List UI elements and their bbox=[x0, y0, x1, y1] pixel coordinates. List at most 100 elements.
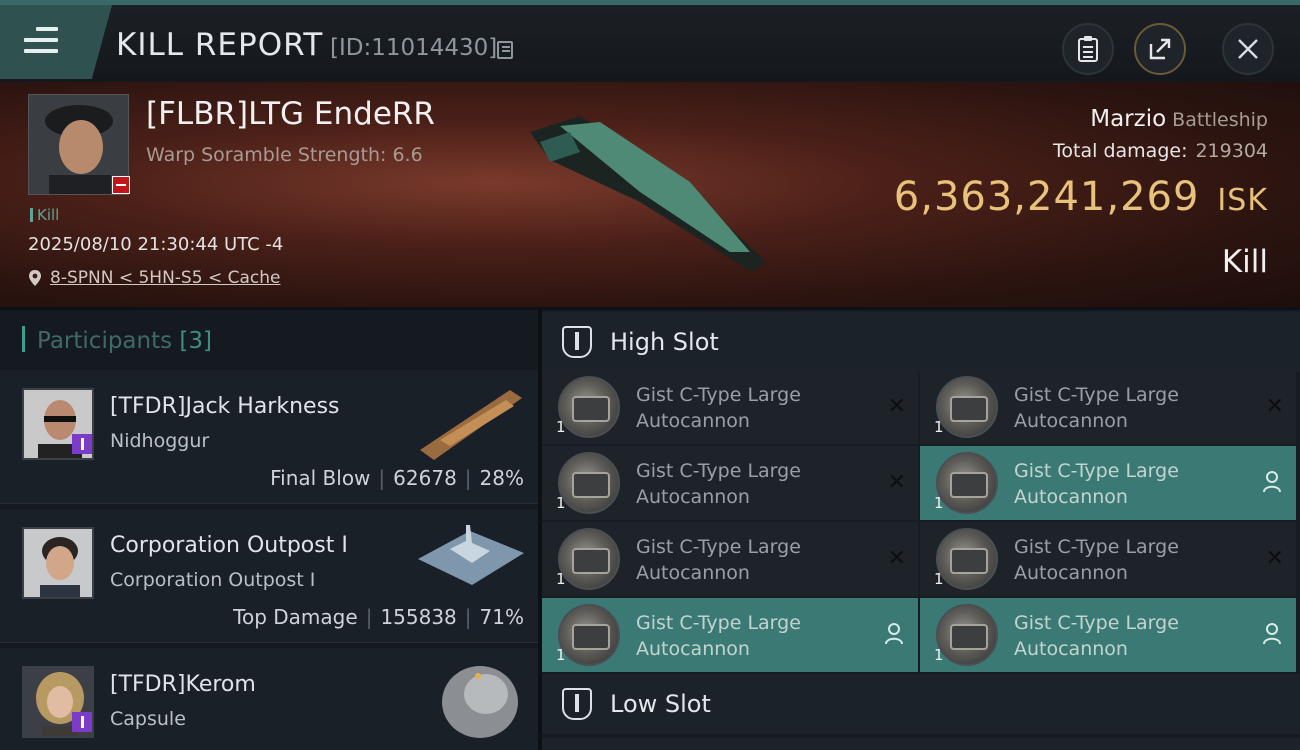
low-slot-row-peek bbox=[542, 738, 1300, 750]
page-title: KILL REPORT bbox=[116, 27, 324, 63]
clipboard-icon bbox=[1078, 36, 1098, 62]
share-icon bbox=[1149, 38, 1171, 60]
participants-panel: Participants [3] [TFDR]Jack Harkness Nid… bbox=[0, 310, 538, 750]
module-name: Gist C-Type Large Autocannon bbox=[1014, 460, 1179, 508]
module-quantity: 1 bbox=[934, 418, 944, 436]
ship-class: Battleship bbox=[1172, 109, 1268, 131]
participant-role: Final Blow bbox=[270, 466, 371, 490]
location-link[interactable]: 8-SPNN < 5HN-S5 < Cache bbox=[50, 268, 280, 288]
participant-role: Top Damage bbox=[233, 605, 358, 629]
module-slot[interactable]: 1 Gist C-Type Large Autocannon bbox=[542, 598, 918, 672]
scramble-strength: Warp Soramble Strength: 6.6 bbox=[146, 144, 423, 166]
participant-row[interactable]: [TFDR]Jack Harkness Nidhoggur Final Blow… bbox=[0, 370, 538, 504]
autocannon-icon bbox=[936, 528, 998, 590]
autocannon-icon bbox=[936, 452, 998, 514]
high-slot-label: High Slot bbox=[610, 328, 719, 356]
low-slot-label: Low Slot bbox=[610, 690, 711, 718]
total-damage-value: 219304 bbox=[1195, 140, 1268, 162]
participant-ship-image bbox=[418, 525, 524, 585]
total-damage-label: Total damage: bbox=[1053, 140, 1188, 162]
participant-row[interactable]: Corporation Outpost I Corporation Outpos… bbox=[0, 509, 538, 643]
module-slot[interactable]: 1 Gist C-Type Large Autocannon ✕ bbox=[542, 370, 918, 444]
participant-ship: Capsule bbox=[110, 708, 186, 730]
menu-button[interactable] bbox=[0, 5, 112, 79]
module-quantity: 1 bbox=[556, 418, 566, 436]
module-slot[interactable]: 1 Gist C-Type Large Autocannon ✕ bbox=[542, 446, 918, 520]
autocannon-icon bbox=[936, 376, 998, 438]
isk-unit: ISK bbox=[1217, 183, 1268, 218]
isk-value: 6,363,241,269 ISK bbox=[894, 174, 1268, 220]
participant-percent: 28% bbox=[479, 466, 524, 490]
module-quantity: 1 bbox=[934, 494, 944, 512]
module-name: Gist C-Type Large Autocannon bbox=[636, 460, 801, 508]
participants-label: Participants bbox=[37, 328, 173, 354]
victim-ship: Marzio Battleship bbox=[1090, 106, 1268, 132]
low-slot-header: Low Slot bbox=[542, 674, 1300, 734]
ship-name: Marzio bbox=[1090, 106, 1167, 132]
dropped-user-icon bbox=[1263, 471, 1281, 493]
module-quantity: 1 bbox=[934, 646, 944, 664]
module-slot[interactable]: 1 Gist C-Type Large Autocannon bbox=[920, 598, 1296, 672]
module-slot[interactable]: 1 Gist C-Type Large Autocannon ✕ bbox=[920, 370, 1296, 444]
module-name: Gist C-Type Large Autocannon bbox=[1014, 384, 1179, 432]
destroyed-icon: ✕ bbox=[1265, 394, 1284, 419]
location-pin-icon bbox=[29, 270, 41, 286]
high-slot-icon bbox=[562, 326, 592, 358]
report-id: [ID:11014430] bbox=[330, 35, 498, 61]
close-icon bbox=[1238, 39, 1258, 59]
share-button[interactable] bbox=[1134, 23, 1186, 75]
standing-badge bbox=[112, 176, 130, 194]
autocannon-icon bbox=[558, 604, 620, 666]
kill-datetime: 2025/08/10 21:30:44 UTC -4 bbox=[28, 234, 284, 255]
kill-status: Kill bbox=[1221, 244, 1268, 280]
module-name: Gist C-Type Large Autocannon bbox=[636, 384, 801, 432]
participant-stats: Top Damage | 155838 | 71% bbox=[233, 605, 524, 629]
autocannon-icon bbox=[558, 376, 620, 438]
participant-avatar[interactable] bbox=[22, 527, 94, 599]
participant-row[interactable]: [TFDR]Kerom Capsule bbox=[0, 648, 538, 750]
close-button[interactable] bbox=[1222, 23, 1274, 75]
module-name: Gist C-Type Large Autocannon bbox=[636, 612, 801, 660]
clipboard-button[interactable] bbox=[1062, 23, 1114, 75]
module-slot[interactable]: 1 Gist C-Type Large Autocannon bbox=[920, 446, 1296, 520]
module-quantity: 1 bbox=[556, 494, 566, 512]
module-quantity: 1 bbox=[556, 570, 566, 588]
participant-stats: Final Blow | 62678 | 28% bbox=[270, 466, 524, 490]
dropped-user-icon bbox=[885, 623, 903, 645]
module-slot[interactable]: 1 Gist C-Type Large Autocannon ✕ bbox=[920, 522, 1296, 596]
participant-name[interactable]: [TFDR]Jack Harkness bbox=[110, 394, 340, 419]
autocannon-icon bbox=[558, 528, 620, 590]
kill-tag: Kill bbox=[30, 206, 59, 224]
victim-name[interactable]: [FLBR]LTG EndeRR bbox=[146, 96, 435, 132]
low-slot-icon bbox=[562, 688, 592, 720]
corp-badge bbox=[72, 434, 92, 454]
module-name: Gist C-Type Large Autocannon bbox=[636, 536, 801, 584]
total-damage: Total damage: 219304 bbox=[1053, 140, 1268, 162]
participant-name[interactable]: [TFDR]Kerom bbox=[110, 672, 256, 697]
menu-icon bbox=[24, 27, 58, 55]
isk-amount: 6,363,241,269 bbox=[893, 174, 1200, 220]
kill-location[interactable]: 8-SPNN < 5HN-S5 < Cache bbox=[28, 268, 280, 288]
participant-name[interactable]: Corporation Outpost I bbox=[110, 533, 348, 558]
autocannon-icon bbox=[558, 452, 620, 514]
module-quantity: 1 bbox=[556, 646, 566, 664]
participants-count: [3] bbox=[179, 328, 213, 354]
module-name: Gist C-Type Large Autocannon bbox=[1014, 536, 1179, 584]
participant-damage: 155838 bbox=[380, 605, 457, 629]
destroyed-icon: ✕ bbox=[887, 394, 906, 419]
high-slot-header: High Slot bbox=[542, 312, 1300, 372]
module-slot[interactable]: 1 Gist C-Type Large Autocannon ✕ bbox=[542, 522, 918, 596]
copy-icon[interactable] bbox=[497, 41, 513, 59]
participant-ship: Nidhoggur bbox=[110, 430, 210, 452]
fitting-panel: High Slot 1 Gist C-Type Large Autocannon … bbox=[542, 310, 1300, 750]
dropped-user-icon bbox=[1263, 623, 1281, 645]
destroyed-icon: ✕ bbox=[887, 470, 906, 495]
participant-percent: 71% bbox=[479, 605, 524, 629]
participant-ship: Corporation Outpost I bbox=[110, 569, 316, 591]
corp-badge bbox=[72, 712, 92, 732]
participant-ship-image bbox=[420, 390, 522, 460]
autocannon-icon bbox=[936, 604, 998, 666]
destroyed-icon: ✕ bbox=[887, 546, 906, 571]
participants-header: Participants [3] bbox=[0, 310, 538, 370]
participant-damage: 62678 bbox=[393, 466, 457, 490]
